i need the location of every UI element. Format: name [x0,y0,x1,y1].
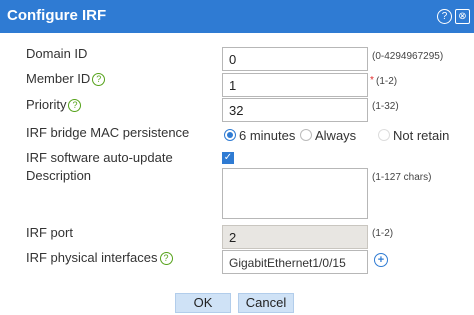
member-id-hint: (1-2) [376,76,398,87]
member-id-help-icon[interactable]: ? [92,73,106,86]
priority-label-text: Priority [26,97,67,112]
radio-unselected-icon [378,129,390,141]
radio-6-minutes[interactable]: 6 minutes [224,128,295,143]
description-hint: (1-127 chars) [372,172,432,183]
member-id-input[interactable] [222,73,368,97]
priority-help-icon[interactable]: ? [68,99,82,112]
domain-id-label: Domain ID [26,46,88,61]
member-id-label-text: Member ID [26,71,91,86]
radio-6-minutes-label: 6 minutes [239,128,296,143]
physical-interfaces-label: IRF physical interfaces? [26,250,173,265]
description-label: Description [26,168,92,183]
member-id-label: Member ID? [26,71,106,86]
priority-input[interactable] [222,98,368,122]
priority-hint: (1-32) [372,101,399,112]
help-icon[interactable]: ? [437,9,452,24]
ok-button[interactable]: OK [175,293,231,313]
physical-interfaces-select[interactable]: GigabitEthernet1/0/15 [222,250,368,274]
domain-id-input[interactable] [222,47,368,71]
irf-port-hint: (1-2) [372,228,394,239]
physical-interfaces-label-text: IRF physical interfaces [26,250,158,265]
irf-port-label: IRF port [26,225,73,240]
radio-not-retain-label: Not retain [393,128,450,143]
domain-id-hint: (0-4294967295) [372,51,444,62]
close-icon[interactable]: ⊗ [455,9,470,24]
auto-update-checkbox[interactable]: ✓ [222,152,234,164]
physical-interfaces-help-icon[interactable]: ? [159,252,173,265]
dialog-titlebar: Configure IRF ? ⊗ [0,0,474,33]
auto-update-label: IRF software auto-update [26,150,173,165]
radio-always-label: Always [315,128,357,143]
description-textarea[interactable] [222,168,368,219]
priority-label: Priority? [26,97,82,112]
dialog-title: Configure IRF [7,7,107,24]
required-marker: * [370,75,374,86]
radio-not-retain[interactable]: Not retain [378,128,449,143]
irf-port-input [222,225,368,249]
radio-selected-icon [224,129,236,141]
radio-unselected-icon [300,129,312,141]
cancel-button[interactable]: Cancel [238,293,294,313]
add-interface-icon[interactable]: + [374,253,388,267]
mac-persistence-label: IRF bridge MAC persistence [26,125,190,140]
radio-always[interactable]: Always [300,128,356,143]
